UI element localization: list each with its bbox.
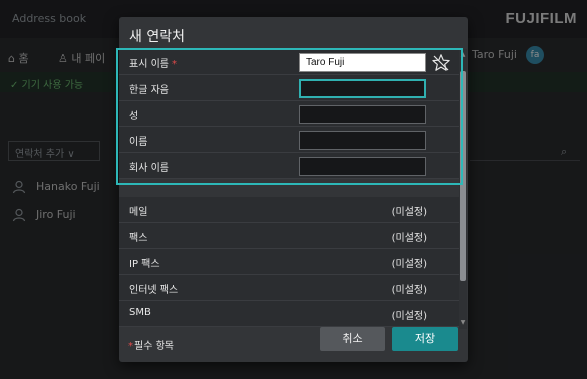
last-name-label: 성	[129, 111, 139, 122]
smb-label: SMB	[129, 307, 151, 318]
company-name-row: 회사 이름	[119, 153, 459, 179]
email-setting-row[interactable]: 메일 (미설정)	[119, 197, 459, 223]
first-name-label: 이름	[129, 137, 148, 148]
company-name-label: 회사 이름	[129, 163, 169, 174]
internet-fax-setting-row[interactable]: 인터넷 팩스 (미설정)	[119, 275, 459, 301]
korean-initial-row: 한글 자음	[119, 75, 459, 101]
dialog-title: 새 연락처	[129, 29, 185, 45]
required-marker: *	[128, 341, 133, 352]
ip-fax-label: IP 팩스	[129, 259, 160, 270]
scrollbar-thumb[interactable]	[460, 71, 466, 281]
save-button[interactable]: 저장	[392, 327, 458, 351]
cancel-button[interactable]: 취소	[320, 327, 385, 351]
first-name-input[interactable]	[299, 131, 426, 150]
first-name-row: 이름	[119, 127, 459, 153]
internet-fax-label: 인터넷 팩스	[129, 285, 179, 296]
dialog-content: 표시 이름* 한글 자음 성 이름 회사 이름 메일 (미설정)	[119, 49, 459, 329]
display-name-row: 표시 이름 *	[119, 49, 459, 75]
ip-fax-value: (미설정)	[391, 259, 427, 270]
last-name-input[interactable]	[299, 105, 426, 124]
email-label: 메일	[129, 207, 148, 218]
fax-value: (미설정)	[391, 233, 427, 244]
ip-fax-setting-row[interactable]: IP 팩스 (미설정)	[119, 249, 459, 275]
favorite-star-icon[interactable]	[431, 53, 451, 73]
fax-label: 팩스	[129, 233, 148, 244]
korean-initial-label: 한글 자음	[129, 85, 169, 96]
last-name-row: 성	[119, 101, 459, 127]
internet-fax-value: (미설정)	[391, 285, 427, 296]
display-name-label: 표시 이름 *	[129, 59, 177, 70]
required-marker: *	[171, 59, 177, 70]
scroll-up-arrow-icon[interactable]: ▲	[459, 51, 467, 59]
company-name-input[interactable]	[299, 157, 426, 176]
fax-setting-row[interactable]: 팩스 (미설정)	[119, 223, 459, 249]
scroll-down-arrow-icon[interactable]: ▼	[459, 319, 467, 327]
new-contact-dialog: 새 연락처 표시 이름* 한글 자음 성 이름 회사 이름	[119, 17, 468, 362]
email-value: (미설정)	[391, 207, 427, 218]
required-note: *필수 항목	[128, 341, 174, 352]
korean-initial-input[interactable]	[299, 79, 426, 98]
display-name-input[interactable]	[299, 53, 426, 72]
scrollbar[interactable]: ▲ ▼	[459, 49, 467, 329]
smb-setting-row[interactable]: SMB (미설정)	[119, 301, 459, 327]
smb-value: (미설정)	[391, 311, 427, 322]
